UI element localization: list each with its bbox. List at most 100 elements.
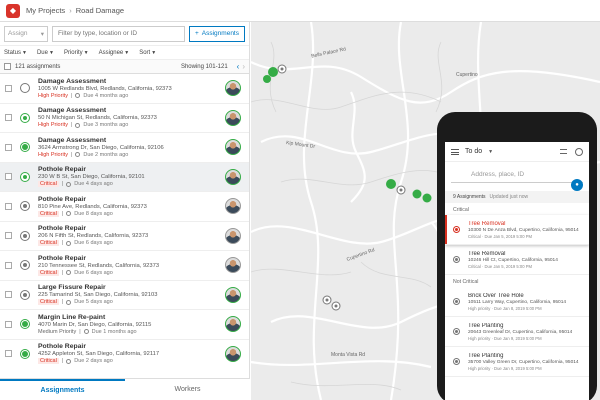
assignments-button[interactable]: + Assignments bbox=[188, 25, 245, 42]
priority-badge: Critical bbox=[38, 269, 59, 276]
priority-filter[interactable]: Priority▼ bbox=[64, 50, 89, 56]
status-assigned-icon bbox=[20, 201, 30, 212]
row-checkbox[interactable] bbox=[5, 350, 12, 358]
table-row[interactable]: Large Fissure Repair 225 Tamarind St, Sa… bbox=[0, 281, 249, 310]
list-item-title: Tree Removal bbox=[468, 220, 506, 227]
clock-icon bbox=[75, 93, 81, 99]
app-logo-icon[interactable]: ◆ bbox=[6, 3, 20, 18]
avatar[interactable] bbox=[225, 286, 241, 303]
tab-workers[interactable]: Workers bbox=[125, 379, 250, 400]
avatar[interactable] bbox=[225, 316, 241, 333]
phone-title[interactable]: To do bbox=[465, 148, 482, 155]
clock-icon bbox=[75, 152, 81, 158]
due-text: Due 6 days ago bbox=[74, 269, 113, 276]
list-item[interactable]: Tree Removal 10246 Hill Ct, Cupertino, C… bbox=[445, 245, 589, 275]
select-all-checkbox[interactable] bbox=[4, 63, 11, 70]
next-page-icon[interactable]: › bbox=[242, 62, 245, 71]
row-address: 206 N Fifth St, Redlands, California, 92… bbox=[38, 233, 149, 240]
status-assigned-icon bbox=[20, 230, 30, 241]
due-text: Due 8 days ago bbox=[74, 210, 113, 217]
assign-dropdown[interactable]: Assign ▾ bbox=[4, 25, 48, 42]
due-text: Due 3 months ago bbox=[83, 122, 129, 129]
breadcrumb-root[interactable]: My Projects bbox=[26, 6, 65, 15]
assignments-button-label: Assignments bbox=[201, 30, 239, 37]
section-critical: Critical bbox=[453, 207, 469, 213]
globe-icon[interactable] bbox=[575, 147, 583, 156]
row-address: 50 N Michigan St, Redlands, California, … bbox=[38, 115, 157, 122]
row-meta: Critical | Due 5 days ago bbox=[38, 299, 225, 306]
row-info: Pothole Repair 230 W B St, San Diego, Ca… bbox=[38, 166, 225, 188]
row-meta: Critical | Due 8 days ago bbox=[38, 210, 225, 217]
row-checkbox[interactable] bbox=[5, 84, 12, 92]
user-location-icon[interactable]: ● bbox=[571, 179, 583, 191]
avatar[interactable] bbox=[225, 198, 241, 215]
status-icon bbox=[453, 256, 460, 263]
table-row[interactable]: Pothole Repair 210 Tennessee St, Redland… bbox=[0, 251, 249, 281]
list-item[interactable]: Brick Over Tree Hole 10511 Larry Way, Cu… bbox=[445, 287, 589, 317]
avatar[interactable] bbox=[225, 257, 241, 274]
divider: | bbox=[61, 299, 64, 306]
divider: | bbox=[70, 92, 73, 99]
list-item[interactable]: Tree Planting 35700 Valley Green Dr, Cup… bbox=[445, 347, 589, 377]
list-item-title: Tree Removal bbox=[468, 250, 506, 257]
row-checkbox[interactable] bbox=[5, 202, 12, 210]
row-title: Pothole Repair bbox=[38, 343, 86, 351]
row-checkbox[interactable] bbox=[5, 114, 12, 122]
avatar[interactable] bbox=[225, 109, 241, 126]
avatar[interactable] bbox=[225, 80, 241, 97]
row-checkbox[interactable] bbox=[5, 261, 12, 269]
filter-icon[interactable] bbox=[560, 149, 567, 154]
sort-dropdown[interactable]: Sort▼ bbox=[139, 50, 156, 56]
tab-assignments[interactable]: Assignments bbox=[0, 379, 125, 400]
row-checkbox[interactable] bbox=[5, 291, 12, 299]
due-text: Due 5 days ago bbox=[74, 299, 113, 306]
phone-search-input[interactable]: Address, place, ID bbox=[451, 167, 583, 183]
avatar[interactable] bbox=[225, 345, 241, 362]
table-row[interactable]: Pothole Repair 206 N Fifth St, Redlands,… bbox=[0, 222, 249, 251]
avatar[interactable] bbox=[225, 227, 241, 244]
assignment-toolbar: Assign ▾ + Assignments bbox=[0, 22, 249, 46]
clock-icon bbox=[75, 122, 81, 128]
assignee-filter[interactable]: Assignee▼ bbox=[99, 50, 130, 56]
plus-icon: + bbox=[194, 30, 199, 37]
row-address: 810 Pine Ave, Redlands, California, 9237… bbox=[38, 203, 147, 210]
list-item-info: Tree Planting 35700 Valley Green Dr, Cup… bbox=[468, 353, 579, 371]
assign-dropdown-label: Assign bbox=[8, 30, 28, 37]
list-item[interactable]: Tree Removal 10300 N De Anza Blvd, Cuper… bbox=[445, 215, 589, 245]
priority-badge: High Priority bbox=[38, 151, 68, 158]
row-address: 210 Tennessee St, Redlands, California, … bbox=[38, 262, 160, 269]
status-filter[interactable]: Status▼ bbox=[4, 50, 27, 56]
divider: | bbox=[61, 181, 64, 188]
table-row[interactable]: Pothole Repair 4252 Appleton St, San Die… bbox=[0, 340, 249, 367]
row-info: Pothole Repair 810 Pine Ave, Redlands, C… bbox=[38, 196, 225, 217]
due-filter[interactable]: Due▼ bbox=[37, 50, 54, 56]
row-checkbox[interactable] bbox=[5, 143, 12, 151]
table-row[interactable]: Pothole Repair 810 Pine Ave, Redlands, C… bbox=[0, 192, 249, 222]
table-row[interactable]: Damage Assessment 3624 Armstrong Dr, San… bbox=[0, 133, 249, 163]
list-item[interactable]: Tree Planting 20643 Greenleaf Dr, Cupert… bbox=[445, 317, 589, 347]
list-item-address: 10246 Hill Ct, Cupertino, California, 95… bbox=[468, 257, 558, 263]
caret-down-icon[interactable]: ▼ bbox=[488, 149, 493, 155]
phone-count-bar: 9 Assignments Updated just now bbox=[445, 191, 589, 203]
row-checkbox[interactable] bbox=[5, 320, 12, 328]
due-filter-label: Due bbox=[36, 49, 48, 56]
row-info: Large Fissure Repair 225 Tamarind St, Sa… bbox=[38, 284, 225, 306]
table-row[interactable]: Pothole Repair 230 W B St, San Diego, Ca… bbox=[0, 162, 249, 192]
clock-icon bbox=[66, 211, 72, 217]
avatar[interactable] bbox=[225, 168, 241, 185]
row-checkbox[interactable] bbox=[5, 173, 12, 181]
status-in-progress-icon bbox=[20, 112, 30, 123]
sort-filter-bar: Status▼ Due▼ Priority▼ Assignee▼ Sort▼ bbox=[0, 46, 249, 60]
row-title: Pothole Repair bbox=[38, 195, 86, 203]
table-row[interactable]: Damage Assessment 1005 W Redlands Blvd, … bbox=[0, 74, 249, 104]
table-row[interactable]: Margin Line Re-paint 4070 Marin Dr, San … bbox=[0, 310, 249, 340]
avatar[interactable] bbox=[225, 139, 241, 156]
prev-page-icon[interactable]: ‹ bbox=[237, 62, 240, 71]
filter-input[interactable] bbox=[52, 25, 185, 42]
count-bar: 121 assignments Showing 101-121 ‹ › bbox=[0, 60, 249, 74]
row-title: Large Fissure Repair bbox=[38, 284, 106, 292]
table-row[interactable]: Damage Assessment 50 N Michigan St, Redl… bbox=[0, 104, 249, 133]
menu-icon[interactable] bbox=[451, 148, 459, 155]
row-checkbox[interactable] bbox=[5, 232, 12, 240]
phone-screen: To do ▼ Address, place, ID ● 9 Assignmen… bbox=[445, 142, 589, 400]
